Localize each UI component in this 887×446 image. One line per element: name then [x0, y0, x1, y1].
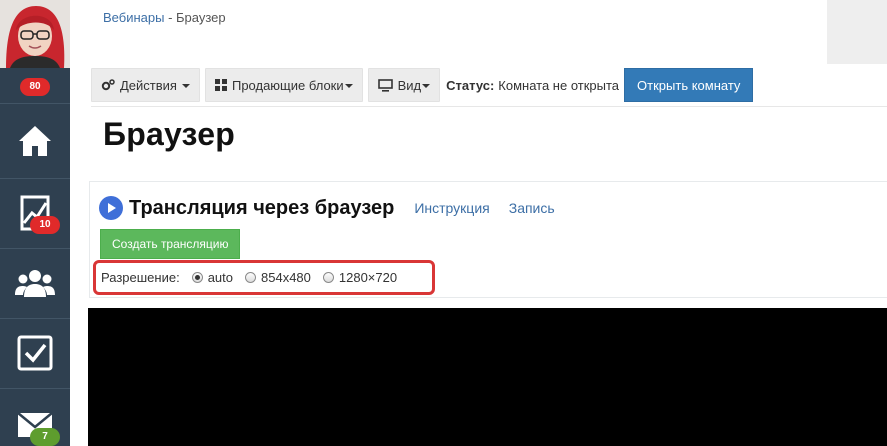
resolution-option-854x480[interactable]: 854x480 — [245, 270, 311, 285]
home-icon — [19, 126, 51, 156]
selling-blocks-label: Продающие блоки — [231, 77, 344, 93]
caret-down-icon — [344, 84, 353, 88]
stats-notification-badge: 10 — [30, 216, 60, 234]
sidebar-item-users[interactable] — [0, 248, 70, 318]
panel-title: Трансляция через браузер — [129, 196, 395, 219]
gears-icon — [101, 79, 115, 91]
radio-button[interactable] — [322, 272, 334, 283]
avatar[interactable] — [0, 0, 70, 68]
avatar-image — [0, 0, 70, 68]
sidebar: 80 10 7 — [0, 0, 70, 446]
caret-down-icon — [181, 84, 190, 88]
create-broadcast-button[interactable]: Создать трансляцию — [100, 229, 241, 259]
sidebar-item-stats[interactable] — [0, 178, 70, 248]
resolution-option-auto[interactable]: auto — [191, 270, 233, 285]
radio-button[interactable] — [191, 272, 203, 283]
selling-blocks-dropdown-button[interactable]: Продающие блоки — [204, 68, 363, 102]
page-title: Браузер — [103, 116, 235, 152]
instruction-link[interactable]: Инструкция — [414, 200, 489, 216]
mail-notification-badge: 7 — [30, 428, 60, 446]
browser-broadcast-panel: Трансляция через браузер Инструкция Запи… — [89, 181, 887, 298]
actions-dropdown-button[interactable]: Действия — [91, 68, 200, 102]
toolbar-divider — [91, 106, 887, 107]
view-dropdown-button[interactable]: Вид — [367, 68, 441, 102]
caret-down-icon — [422, 84, 431, 88]
status-label: Статус: — [446, 77, 495, 93]
resolution-option-1280x720[interactable]: 1280×720 — [322, 270, 398, 285]
breadcrumb-current: Браузер — [176, 10, 226, 25]
resolution-selector: Разрешение: auto 854x480 1280×720 — [93, 260, 435, 295]
video-preview — [88, 308, 887, 446]
radio-button[interactable] — [245, 272, 256, 283]
resolution-option-label: 854x480 — [261, 270, 311, 285]
resolution-option-label: 1280×720 — [338, 270, 398, 285]
resolution-label: Разрешение: — [101, 270, 180, 285]
breadcrumb-separator: - — [164, 10, 177, 25]
record-link[interactable]: Запись — [509, 200, 555, 216]
sidebar-item-tasks[interactable] — [0, 318, 70, 388]
grid-icon — [214, 79, 227, 91]
open-room-button[interactable]: Открыть комнату — [624, 68, 754, 102]
top-right-panel — [827, 0, 887, 64]
monitor-icon — [377, 78, 393, 92]
breadcrumb-webinars-link[interactable]: Вебинары — [103, 10, 164, 25]
actions-label: Действия — [120, 77, 177, 93]
sidebar-item-home[interactable] — [0, 106, 70, 176]
toolbar: Действия Продающие блоки Вид Статус: Ком… — [91, 68, 754, 102]
app-root: 80 10 7 Вебинары - Браузер Действия Прод… — [0, 0, 887, 446]
room-status: Статус: Комната не открыта — [446, 68, 619, 102]
resolution-option-label: auto — [207, 270, 233, 285]
panel-header: Трансляция через браузер Инструкция Запи… — [99, 196, 555, 220]
sidebar-divider — [0, 388, 70, 389]
sidebar-divider — [0, 103, 70, 104]
avatar-notification-badge: 80 — [20, 78, 50, 96]
checkbox-icon — [17, 335, 53, 371]
users-icon — [15, 270, 55, 297]
breadcrumb: Вебинары - Браузер — [103, 10, 226, 25]
play-icon — [99, 196, 123, 220]
view-label: Вид — [397, 77, 422, 93]
status-value: Комната не открыта — [498, 77, 620, 93]
